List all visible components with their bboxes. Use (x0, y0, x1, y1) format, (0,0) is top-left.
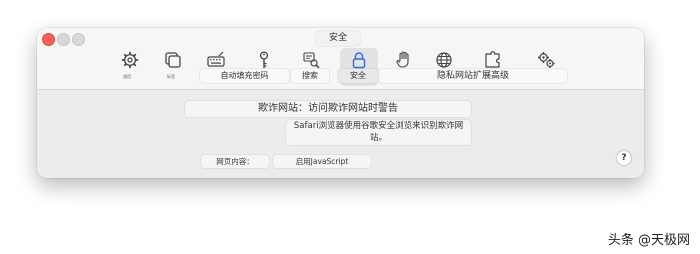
keyboard-icon (207, 51, 225, 67)
gear-icon (121, 51, 139, 69)
fraud-description: Safari浏览器使用谷歌安全浏览来识别欺诈网站。 (286, 120, 471, 145)
toolbar-item-general[interactable]: 通用 (115, 50, 145, 88)
watermark: 头条 @天极网 (607, 233, 690, 248)
preferences-toolbar: 安全 通用 标签 自动填充密码 搜索 安全 隐私网站扩展高级 (37, 28, 644, 90)
toolbar-label-general: 通用 (123, 74, 131, 79)
close-window-button[interactable] (42, 33, 55, 46)
preferences-window: 安全 通用 标签 自动填充密码 搜索 安全 隐私网站扩展高级 欺诈网站：访问欺诈… (37, 28, 644, 178)
tabs-icon (165, 52, 181, 68)
toolbar-label-security: 安全 (338, 69, 378, 83)
search-icon (303, 52, 320, 69)
minimize-window-button[interactable] (57, 33, 70, 46)
help-button[interactable]: ? (617, 151, 631, 165)
window-title: 安全 (316, 31, 360, 46)
toolbar-label-tabs: 标签 (167, 74, 175, 79)
hand-icon (396, 51, 409, 68)
toolbar-item-tabs[interactable]: 标签 (158, 50, 188, 88)
globe-icon (436, 52, 452, 68)
enable-javascript-checkbox[interactable]: 启用JavaScript (273, 155, 371, 168)
zoom-window-button[interactable] (72, 33, 85, 46)
web-content-label: 网页内容： (201, 155, 269, 168)
key-icon (259, 51, 269, 68)
toolbar-label-search: 搜索 (291, 69, 329, 83)
toolbar-label-autofill-passwords: 自动填充密码 (200, 69, 289, 83)
toolbar-label-privacy-websites-extensions-advanced: 隐私网站扩展高级 (379, 69, 567, 83)
fraud-warning-setting[interactable]: 欺诈网站：访问欺诈网站时警告 (185, 101, 471, 117)
lock-icon (352, 52, 366, 69)
puzzle-icon (485, 51, 500, 68)
gears-icon (538, 52, 555, 68)
